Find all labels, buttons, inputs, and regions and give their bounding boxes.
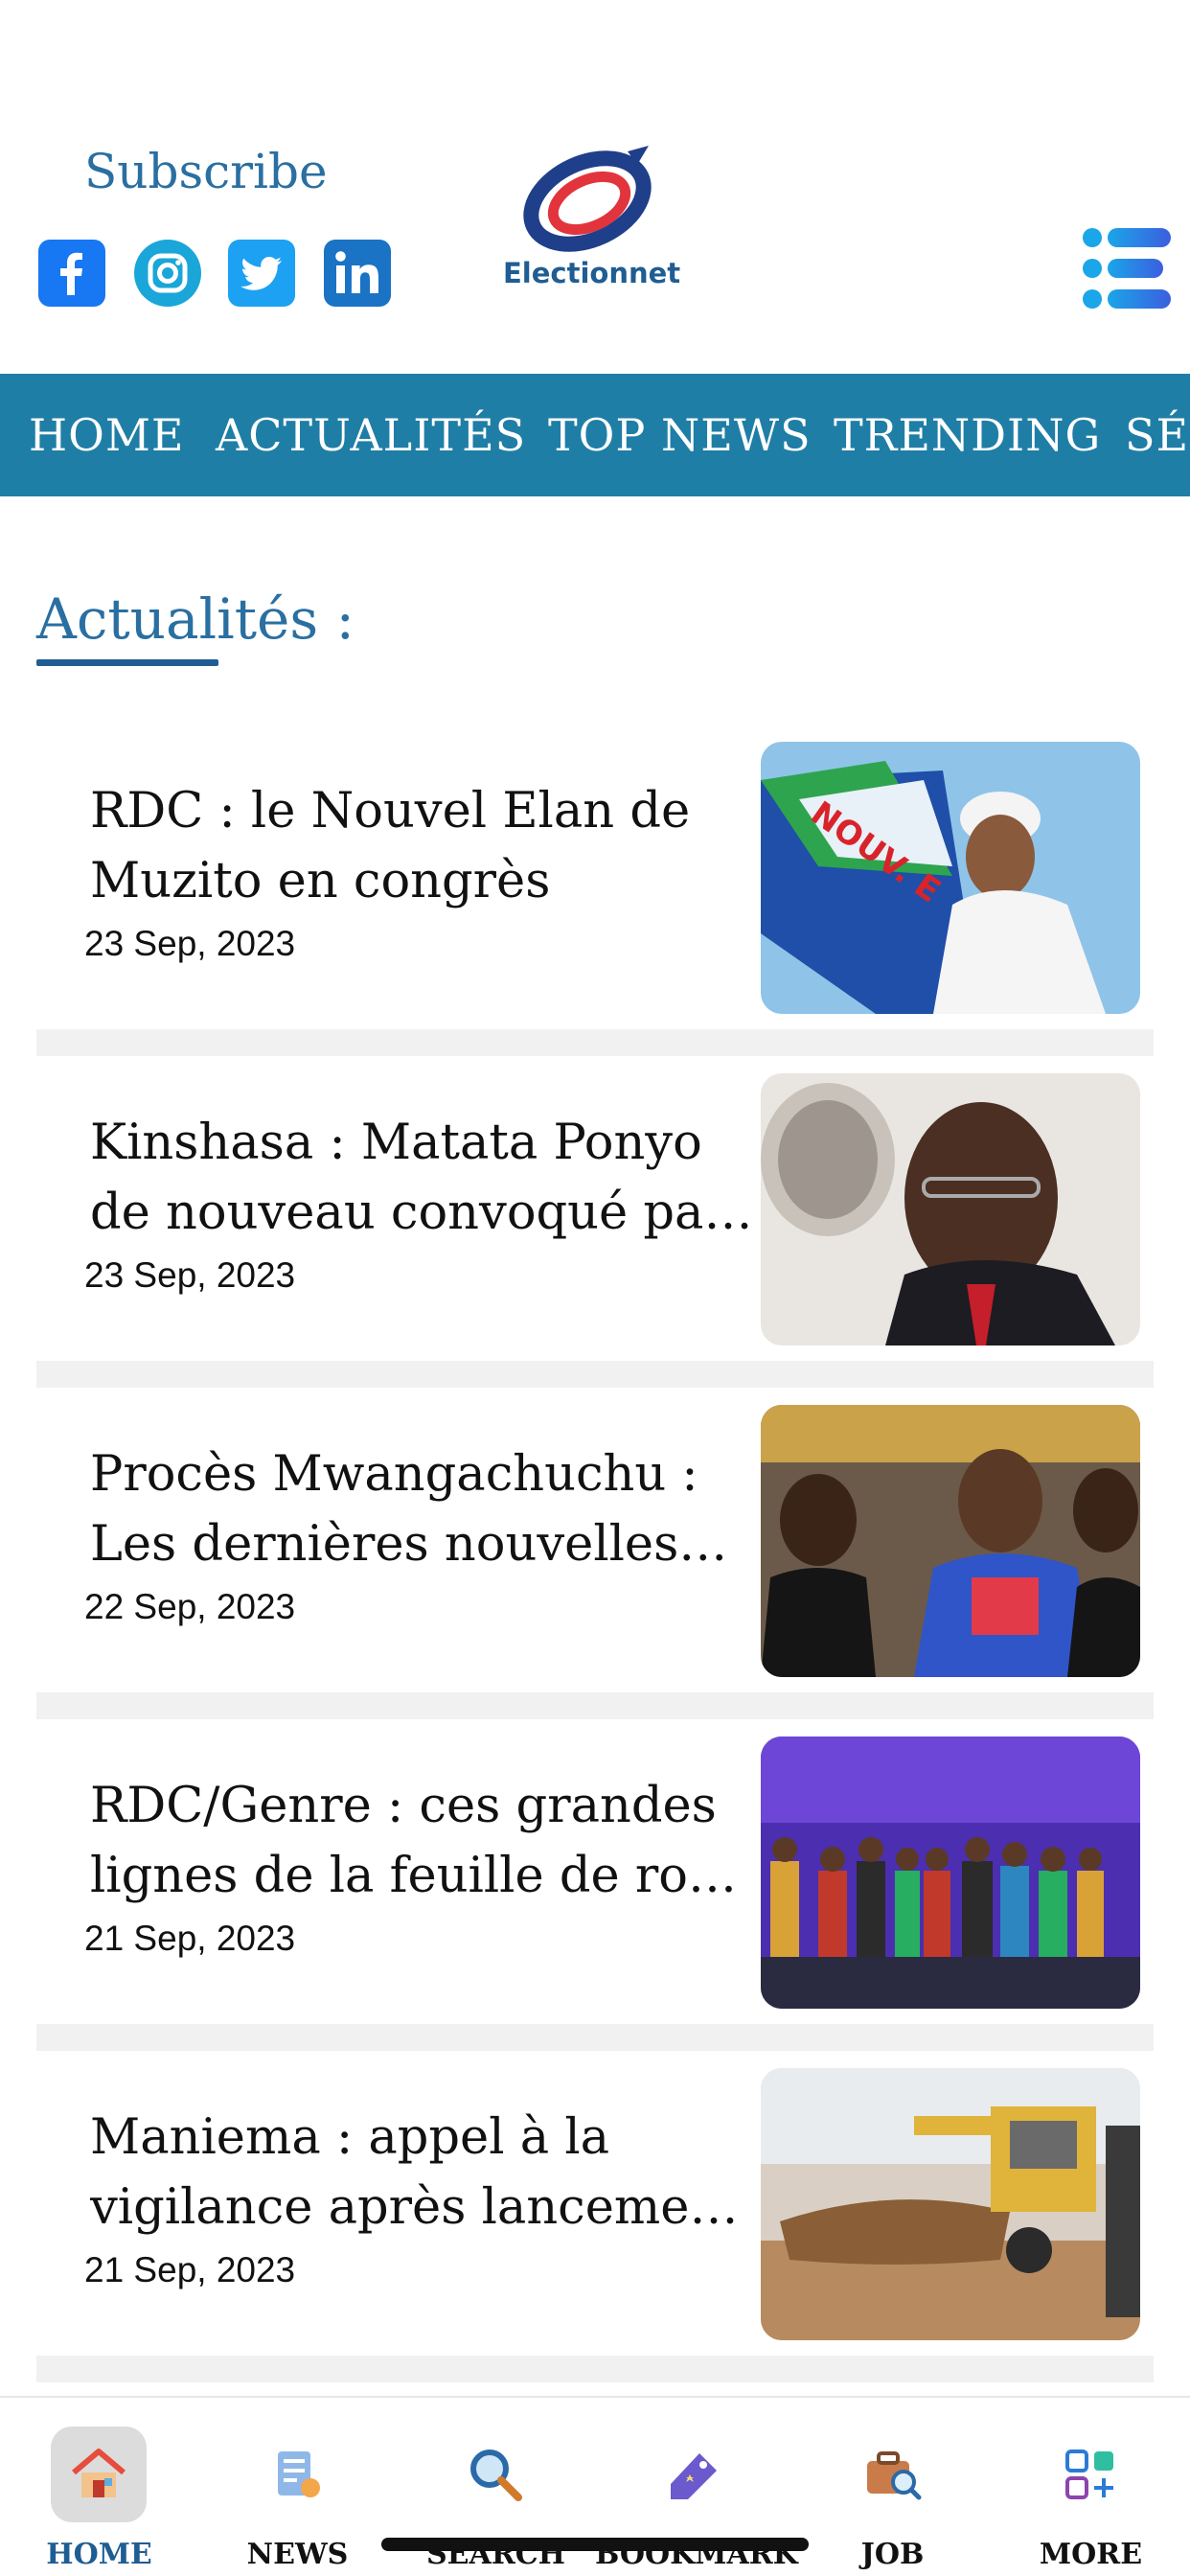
nav-sections[interactable]: SÉC — [1125, 374, 1190, 496]
home-indicator[interactable] — [381, 2538, 809, 2551]
nav-trending[interactable]: TRENDING — [834, 374, 1101, 496]
logo-swoosh-icon — [523, 146, 652, 252]
home-icon — [51, 2426, 147, 2522]
article-card[interactable]: Kinshasa : Matata Ponyo de nouveau convoq… — [36, 1064, 1154, 1351]
news-feed-icon — [249, 2426, 345, 2522]
article-thumbnail[interactable] — [761, 1405, 1140, 1677]
bookmark-icon — [646, 2426, 742, 2522]
article-card[interactable]: Maniema : appel à la vigilance après lanc… — [36, 2058, 1154, 2346]
nav-home[interactable]: HOME — [29, 374, 185, 496]
search-icon — [447, 2426, 543, 2522]
article-thumbnail[interactable] — [761, 1736, 1140, 2009]
section-title-underline — [36, 659, 218, 666]
article-card[interactable]: Procès Mwangachuchu : Les dernières nouve… — [36, 1395, 1154, 1683]
tab-more-label: MORE — [1039, 2538, 1143, 2571]
article-date: 21 Sep, 2023 — [84, 1919, 296, 1958]
article-date: 23 Sep, 2023 — [84, 924, 296, 963]
nav-actualites[interactable]: ACTUALITÉS — [216, 374, 526, 496]
tab-news-feed[interactable]: NEWS FEED — [198, 2398, 397, 2576]
hamburger-menu-icon[interactable] — [1081, 222, 1173, 314]
article-separator — [36, 1361, 1154, 1388]
tab-home-label: HOME — [46, 2538, 152, 2571]
tab-job[interactable]: JOB — [793, 2398, 992, 2576]
linkedin-icon[interactable] — [324, 240, 391, 307]
tab-home[interactable]: HOME — [0, 2398, 198, 2576]
category-nav: HOME ACTUALITÉS TOP NEWS TRENDING SÉC — [0, 374, 1190, 496]
article-title: RDC/Genre : ces grandes lignes de la feui… — [90, 1778, 738, 1904]
subscribe-link[interactable]: Subscribe — [84, 144, 328, 199]
article-card[interactable]: RDC : le Nouvel Elan de Muzito en congrès… — [36, 732, 1154, 1020]
tab-job-label: JOB — [860, 2538, 925, 2571]
article-title: Procès Mwangachuchu : Les dernières nouve… — [90, 1446, 728, 1573]
electionnet-logo[interactable]: Electionnet — [503, 144, 681, 289]
twitter-icon[interactable] — [228, 240, 295, 307]
article-title: Kinshasa : Matata Ponyo de nouveau convoq… — [90, 1115, 761, 1241]
article-separator — [36, 2024, 1154, 2051]
nav-top-news[interactable]: TOP NEWS — [548, 374, 812, 496]
article-date: 23 Sep, 2023 — [84, 1255, 296, 1295]
facebook-icon[interactable] — [38, 240, 105, 307]
article-title: Maniema : appel à la vigilance après lanc… — [90, 2109, 739, 2236]
article-card[interactable]: RDC/Genre : ces grandes lignes de la feui… — [36, 1727, 1154, 2014]
instagram-icon[interactable] — [134, 240, 201, 307]
article-separator — [36, 1692, 1154, 1719]
article-thumbnail[interactable]: NOUV. E — [761, 742, 1140, 1014]
tab-more[interactable]: MORE — [992, 2398, 1190, 2576]
article-thumbnail[interactable] — [761, 1073, 1140, 1346]
article-separator — [36, 2356, 1154, 2382]
section-title: Actualités : — [36, 586, 355, 652]
logo-text: Electionnet — [503, 257, 681, 289]
job-briefcase-icon — [844, 2426, 940, 2522]
article-separator — [36, 1029, 1154, 1056]
article-thumbnail[interactable] — [761, 2068, 1140, 2340]
tab-news-feed-label: NEWS FEED — [246, 2538, 349, 2576]
article-title: RDC : le Nouvel Elan de Muzito en congrès — [90, 783, 691, 909]
more-grid-icon — [1042, 2426, 1138, 2522]
article-date: 21 Sep, 2023 — [84, 2250, 296, 2289]
app-header: Subscribe Electionnet — [0, 0, 1190, 374]
article-date: 22 Sep, 2023 — [84, 1587, 296, 1626]
